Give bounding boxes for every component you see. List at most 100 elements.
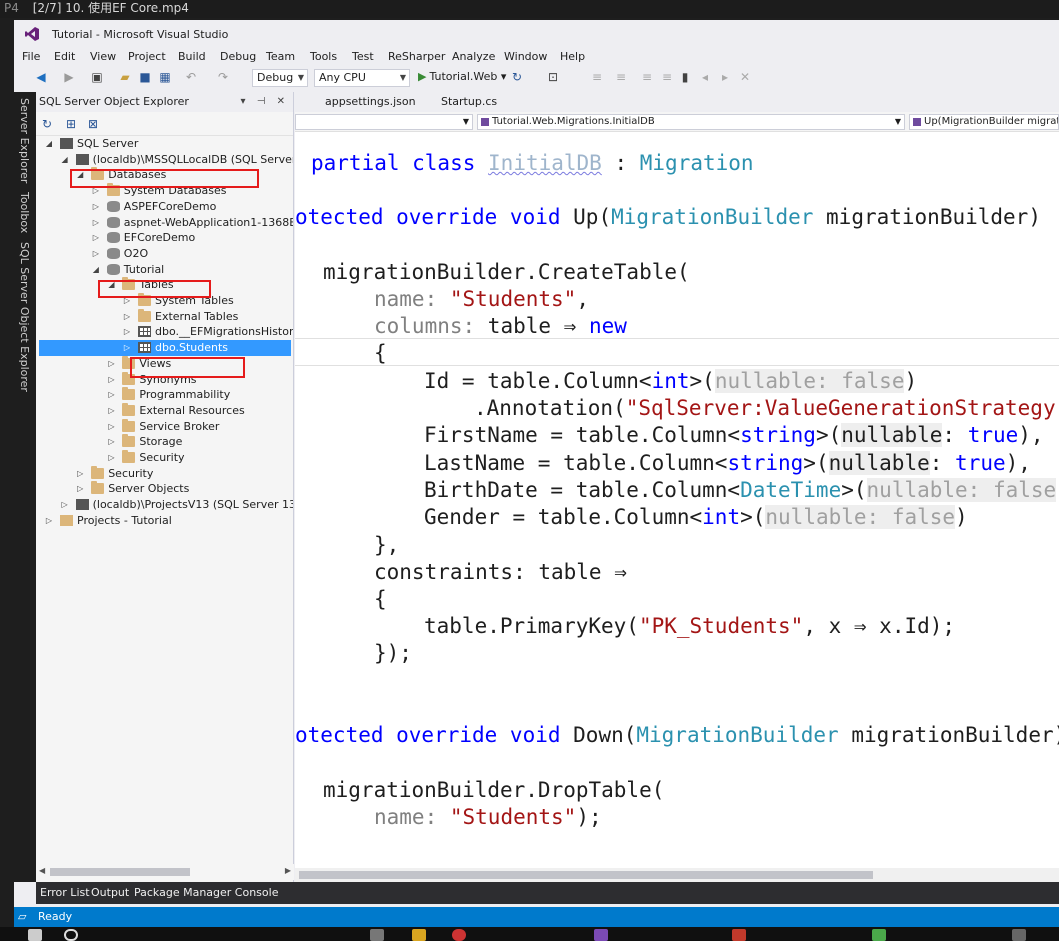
menu-debug[interactable]: Debug (220, 50, 256, 63)
collapsed-arrow-icon[interactable]: ▷ (106, 450, 116, 465)
browser-icon[interactable] (452, 929, 466, 941)
collapsed-arrow-icon[interactable]: ▷ (44, 513, 54, 528)
tree-node[interactable]: ◢ Tutorial (36, 262, 293, 278)
scroll-left-icon[interactable]: ◀ (39, 866, 45, 875)
collapsed-arrow-icon[interactable]: ▷ (106, 434, 116, 449)
bookmark-icon[interactable]: ▮ (678, 70, 692, 84)
file-explorer-icon[interactable] (412, 929, 426, 941)
visual-studio-taskbar-icon[interactable] (594, 929, 608, 941)
panel-controls[interactable]: ▾ ⊣ ✕ (241, 92, 289, 112)
clear-bookmarks-icon[interactable]: ✕ (738, 70, 752, 84)
redo-icon[interactable]: ↷ (216, 70, 230, 84)
tree-node[interactable]: ▷ aspnet-WebApplication1-1368E651 (36, 215, 293, 231)
scroll-thumb[interactable] (50, 868, 190, 876)
uncomment-icon[interactable]: ≡ (660, 70, 674, 84)
tree-node[interactable]: ▷ Storage (36, 434, 293, 450)
collapsed-arrow-icon[interactable]: ▷ (122, 309, 132, 324)
tab-startup[interactable]: Startup.cs (431, 92, 507, 112)
tree-node[interactable]: ▷ (localdb)\ProjectsV13 (SQL Server 13.0.… (36, 497, 293, 513)
powerpoint-icon[interactable] (732, 929, 746, 941)
sql-server-object-explorer-tab[interactable]: SQL Server Object Explorer (18, 242, 31, 392)
menu-view[interactable]: View (90, 50, 116, 63)
expanded-arrow-icon[interactable]: ◢ (91, 262, 101, 277)
tab-error-list[interactable]: Error List (40, 886, 90, 899)
expanded-arrow-icon[interactable]: ◢ (60, 152, 70, 167)
menu-file[interactable]: File (22, 50, 40, 63)
tree-node[interactable]: ▷ Programmability (36, 387, 293, 403)
tab-appsettings[interactable]: appsettings.json (315, 92, 426, 112)
tree-node[interactable]: ▷ O2O (36, 246, 293, 262)
tree-node[interactable]: ▷ Service Broker (36, 419, 293, 435)
indent-icon[interactable]: ≡ (590, 70, 604, 84)
configuration-dropdown[interactable]: Debug ▼ (252, 69, 308, 87)
tab-output[interactable]: Output (91, 886, 129, 899)
collapsed-arrow-icon[interactable]: ▷ (106, 419, 116, 434)
menu-team[interactable]: Team (266, 50, 295, 63)
save-icon[interactable]: ■ (138, 70, 152, 84)
tree-node[interactable]: ▷ Security (36, 450, 293, 466)
tree-node[interactable]: ◢ SQL Server (36, 136, 293, 152)
code-area[interactable]: partial class InitialDB : Migration otec… (295, 132, 1059, 868)
menu-build[interactable]: Build (178, 50, 206, 63)
collapsed-arrow-icon[interactable]: ▷ (122, 340, 132, 355)
collapsed-arrow-icon[interactable]: ▷ (106, 372, 116, 387)
new-project-icon[interactable]: ▣ (90, 70, 104, 84)
app-icon[interactable] (1012, 929, 1026, 941)
member-dropdown[interactable]: Up(MigrationBuilder migrati (909, 114, 1059, 130)
undo-icon[interactable]: ↶ (184, 70, 198, 84)
new-query-icon[interactable]: ⊠ (88, 117, 98, 131)
outdent-icon[interactable]: ≡ (614, 70, 628, 84)
project-dropdown[interactable]: ▼ (295, 114, 473, 130)
forward-icon[interactable]: ▶ (62, 70, 76, 84)
tree-node[interactable]: ▷ Security (36, 466, 293, 482)
add-server-icon[interactable]: ⊞ (66, 117, 76, 131)
server-explorer-tab[interactable]: Server Explorer (18, 98, 31, 183)
refresh-icon[interactable]: ↻ (510, 70, 524, 84)
open-icon[interactable]: ▰ (118, 70, 132, 84)
task-view-icon[interactable] (370, 929, 384, 941)
collapsed-arrow-icon[interactable]: ▷ (122, 324, 132, 339)
scroll-right-icon[interactable]: ▶ (285, 866, 291, 875)
refresh-icon[interactable]: ↻ (42, 117, 52, 131)
tree-node[interactable]: ▷ dbo.__EFMigrationsHistory (36, 324, 293, 340)
collapsed-arrow-icon[interactable]: ▷ (75, 466, 85, 481)
back-icon[interactable]: ◀ (34, 70, 48, 84)
horizontal-scrollbar[interactable]: ◀ ▶ (36, 864, 294, 880)
start-icon[interactable] (28, 929, 42, 941)
platform-dropdown[interactable]: Any CPU ▼ (314, 69, 410, 87)
type-dropdown[interactable]: Tutorial.Web.Migrations.InitialDB ▼ (477, 114, 905, 130)
menu-tools[interactable]: Tools (310, 50, 337, 63)
toolbox-tab[interactable]: Toolbox (18, 192, 31, 233)
comment-icon[interactable]: ≡ (640, 70, 654, 84)
tree-node[interactable]: ▷ Server Objects (36, 481, 293, 497)
start-debugging-button[interactable]: ▶ Tutorial.Web ▾ (418, 70, 506, 83)
tree-node[interactable]: ▷ External Tables (36, 309, 293, 325)
tree-node[interactable]: ▷ Projects - Tutorial (36, 513, 293, 529)
menu-project[interactable]: Project (128, 50, 166, 63)
collapsed-arrow-icon[interactable]: ▷ (106, 356, 116, 371)
tree-node[interactable]: ◢ (localdb)\MSSQLLocalDB (SQL Server 13.0 (36, 152, 293, 168)
menu-analyze[interactable]: Analyze (452, 50, 495, 63)
menu-test[interactable]: Test (352, 50, 374, 63)
menu-window[interactable]: Window (504, 50, 547, 63)
save-all-icon[interactable]: ▦ (158, 70, 172, 84)
collapsed-arrow-icon[interactable]: ▷ (91, 230, 101, 245)
collapsed-arrow-icon[interactable]: ▷ (106, 387, 116, 402)
tab-package-manager-console[interactable]: Package Manager Console (134, 886, 278, 899)
collapsed-arrow-icon[interactable]: ▷ (75, 481, 85, 496)
next-bookmark-icon[interactable]: ▸ (718, 70, 732, 84)
resharper-icon[interactable]: ⊡ (546, 70, 560, 84)
notification-icon[interactable]: ▱ (18, 907, 26, 927)
collapsed-arrow-icon[interactable]: ▷ (106, 403, 116, 418)
tree-node[interactable]: ▷ dbo.Students (39, 340, 291, 356)
expanded-arrow-icon[interactable]: ◢ (44, 136, 54, 151)
tree-node[interactable]: ▷ ASPEFCoreDemo (36, 199, 293, 215)
search-icon[interactable] (64, 929, 78, 941)
tree-node[interactable]: ▷ External Resources (36, 403, 293, 419)
menu-help[interactable]: Help (560, 50, 585, 63)
collapsed-arrow-icon[interactable]: ▷ (91, 246, 101, 261)
scroll-thumb[interactable] (299, 871, 873, 879)
prev-bookmark-icon[interactable]: ◂ (698, 70, 712, 84)
collapsed-arrow-icon[interactable]: ▷ (91, 215, 101, 230)
app-icon[interactable] (872, 929, 886, 941)
